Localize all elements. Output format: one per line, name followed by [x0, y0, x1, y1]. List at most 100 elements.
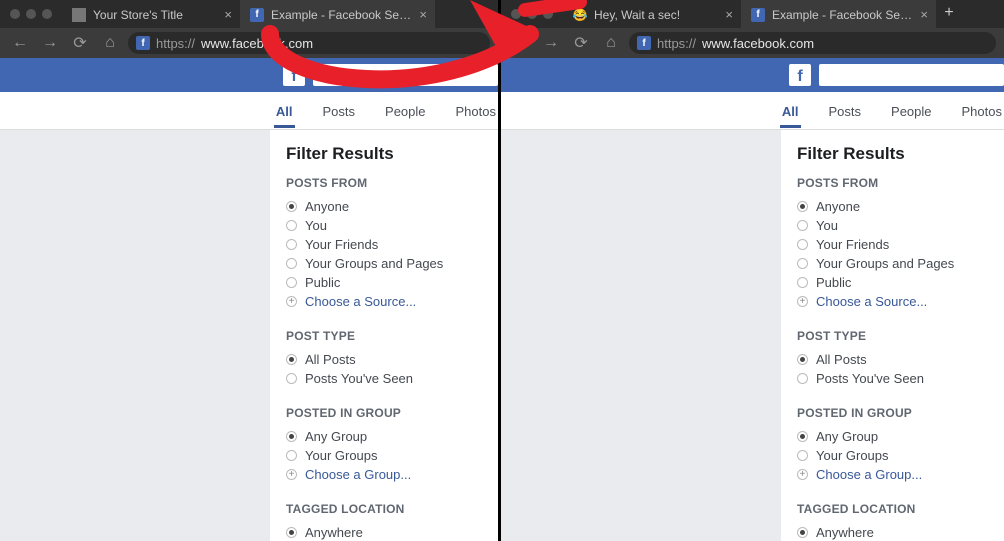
home-icon: ⌂: [105, 34, 115, 52]
plus-circle-icon: +: [286, 296, 297, 307]
back-button[interactable]: ←: [509, 31, 533, 55]
tab-people[interactable]: People: [889, 94, 933, 128]
traffic-light-max[interactable]: [543, 9, 553, 19]
filter-choose-link[interactable]: +Choose a Group...: [797, 465, 988, 484]
forward-button[interactable]: →: [539, 31, 563, 55]
tab-all[interactable]: All: [274, 94, 295, 128]
tab-people[interactable]: People: [383, 94, 427, 128]
filter-option[interactable]: Anyone: [797, 197, 988, 216]
tab-close-icon[interactable]: ×: [224, 7, 232, 22]
choose-link-label: Choose a Group...: [305, 467, 411, 482]
reload-button[interactable]: ⟳: [68, 31, 92, 55]
tab-title: Your Store's Title: [93, 8, 217, 22]
radio-icon: [286, 354, 297, 365]
filter-option[interactable]: Any Group: [797, 427, 988, 446]
site-identity-facebook-icon: f: [136, 36, 150, 50]
content-area: Filter Results POSTS FROMAnyoneYouYour F…: [501, 130, 1004, 541]
filter-option-label: Any Group: [305, 429, 367, 444]
url-scheme: https://: [657, 36, 696, 51]
back-button[interactable]: ←: [8, 31, 32, 55]
tab-photos[interactable]: Photos: [960, 94, 1004, 128]
filter-section: TAGGED LOCATIONAnywhere+Choose a Locatio…: [286, 502, 482, 541]
forward-button[interactable]: →: [38, 31, 62, 55]
filter-option[interactable]: All Posts: [797, 350, 988, 369]
filter-option-label: Public: [305, 275, 340, 290]
omnibox[interactable]: f https://www.facebook.com: [629, 32, 996, 54]
tab-strip: Your Store's Title × f Example - Faceboo…: [0, 0, 498, 28]
traffic-light-close[interactable]: [511, 9, 521, 19]
filter-option[interactable]: Your Groups: [286, 446, 482, 465]
filter-option[interactable]: Your Friends: [286, 235, 482, 254]
filter-section: POST TYPEAll PostsPosts You've Seen: [797, 329, 988, 388]
filter-title: Filter Results: [797, 144, 988, 164]
url-host: www.facebook.com: [201, 36, 313, 51]
filter-choose-link[interactable]: + Choose a Group...: [286, 465, 482, 484]
filter-option-label: Your Groups: [816, 448, 889, 463]
traffic-light-min[interactable]: [527, 9, 537, 19]
browser-tab-facebook[interactable]: f Example - Facebook Search ×: [240, 0, 435, 28]
radio-icon: [286, 450, 297, 461]
filter-heading: TAGGED LOCATION: [797, 502, 988, 516]
radio-icon: [797, 258, 808, 269]
filter-option[interactable]: Any Group: [286, 427, 482, 446]
filter-option[interactable]: All Posts: [286, 350, 482, 369]
traffic-light-min[interactable]: [26, 9, 36, 19]
tab-all[interactable]: All: [780, 94, 801, 128]
traffic-lights: [0, 0, 62, 28]
filter-option[interactable]: Anywhere: [286, 523, 482, 541]
content-area: Filter Results POSTS FROMAnyoneYouYour F…: [0, 130, 498, 541]
tab-close-icon[interactable]: ×: [725, 7, 733, 22]
radio-icon: [286, 277, 297, 288]
filter-option[interactable]: Posts You've Seen: [286, 369, 482, 388]
filter-option[interactable]: Your Groups and Pages: [286, 254, 482, 273]
omnibox[interactable]: f https:// www.facebook.com: [128, 32, 490, 54]
radio-icon: [797, 220, 808, 231]
traffic-light-max[interactable]: [42, 9, 52, 19]
tab-close-icon[interactable]: ×: [419, 7, 427, 22]
tab-close-icon[interactable]: ×: [920, 7, 928, 22]
new-tab-button[interactable]: +: [936, 0, 962, 26]
home-button[interactable]: ⌂: [98, 31, 122, 55]
filter-panel: Filter Results POSTS FROMAnyoneYouYour F…: [270, 130, 498, 541]
facebook-logo-icon[interactable]: f: [283, 64, 305, 86]
browser-tab-waitasec[interactable]: 😂 Hey, Wait a sec! ×: [563, 0, 741, 28]
filter-choose-link[interactable]: +Choose a Source...: [797, 292, 988, 311]
traffic-lights: [501, 0, 563, 28]
traffic-light-close[interactable]: [10, 9, 20, 19]
tab-photos[interactable]: Photos: [454, 94, 498, 128]
filter-option[interactable]: Anywhere: [797, 523, 988, 541]
filter-option[interactable]: Your Groups: [797, 446, 988, 465]
url-scheme: https://: [156, 36, 195, 51]
back-icon: ←: [513, 34, 529, 52]
filter-heading: POST TYPE: [286, 329, 482, 343]
facebook-search-tabs: All Posts People Photos: [0, 92, 498, 130]
radio-icon: [286, 527, 297, 538]
filter-option-label: Your Friends: [305, 237, 378, 252]
tab-posts[interactable]: Posts: [321, 94, 358, 128]
facebook-search-input[interactable]: [313, 64, 498, 86]
filter-choose-link[interactable]: +Choose a Source...: [286, 292, 482, 311]
filter-heading: POSTED IN GROUP: [286, 406, 482, 420]
home-icon: ⌂: [606, 34, 616, 52]
home-button[interactable]: ⌂: [599, 31, 623, 55]
tab-posts[interactable]: Posts: [827, 94, 864, 128]
filter-option[interactable]: You: [286, 216, 482, 235]
filter-option[interactable]: You: [797, 216, 988, 235]
reload-button[interactable]: ⟳: [569, 31, 593, 55]
filter-option[interactable]: Public: [797, 273, 988, 292]
filter-option[interactable]: Your Groups and Pages: [797, 254, 988, 273]
filter-option[interactable]: Posts You've Seen: [797, 369, 988, 388]
reload-icon: ⟳: [73, 33, 86, 53]
choose-link-label: Choose a Source...: [816, 294, 927, 309]
plus-circle-icon: +: [286, 469, 297, 480]
facebook-search-input[interactable]: [819, 64, 1004, 86]
filter-option[interactable]: Your Friends: [797, 235, 988, 254]
filter-option[interactable]: Anyone: [286, 197, 482, 216]
facebook-header: f: [501, 58, 1004, 92]
browser-tab-facebook[interactable]: f Example - Facebook Search ×: [741, 0, 936, 28]
filter-option[interactable]: Public: [286, 273, 482, 292]
browser-tab-store[interactable]: Your Store's Title ×: [62, 0, 240, 28]
radio-icon: [797, 239, 808, 250]
filter-title: Filter Results: [286, 144, 482, 164]
facebook-logo-icon[interactable]: f: [789, 64, 811, 86]
